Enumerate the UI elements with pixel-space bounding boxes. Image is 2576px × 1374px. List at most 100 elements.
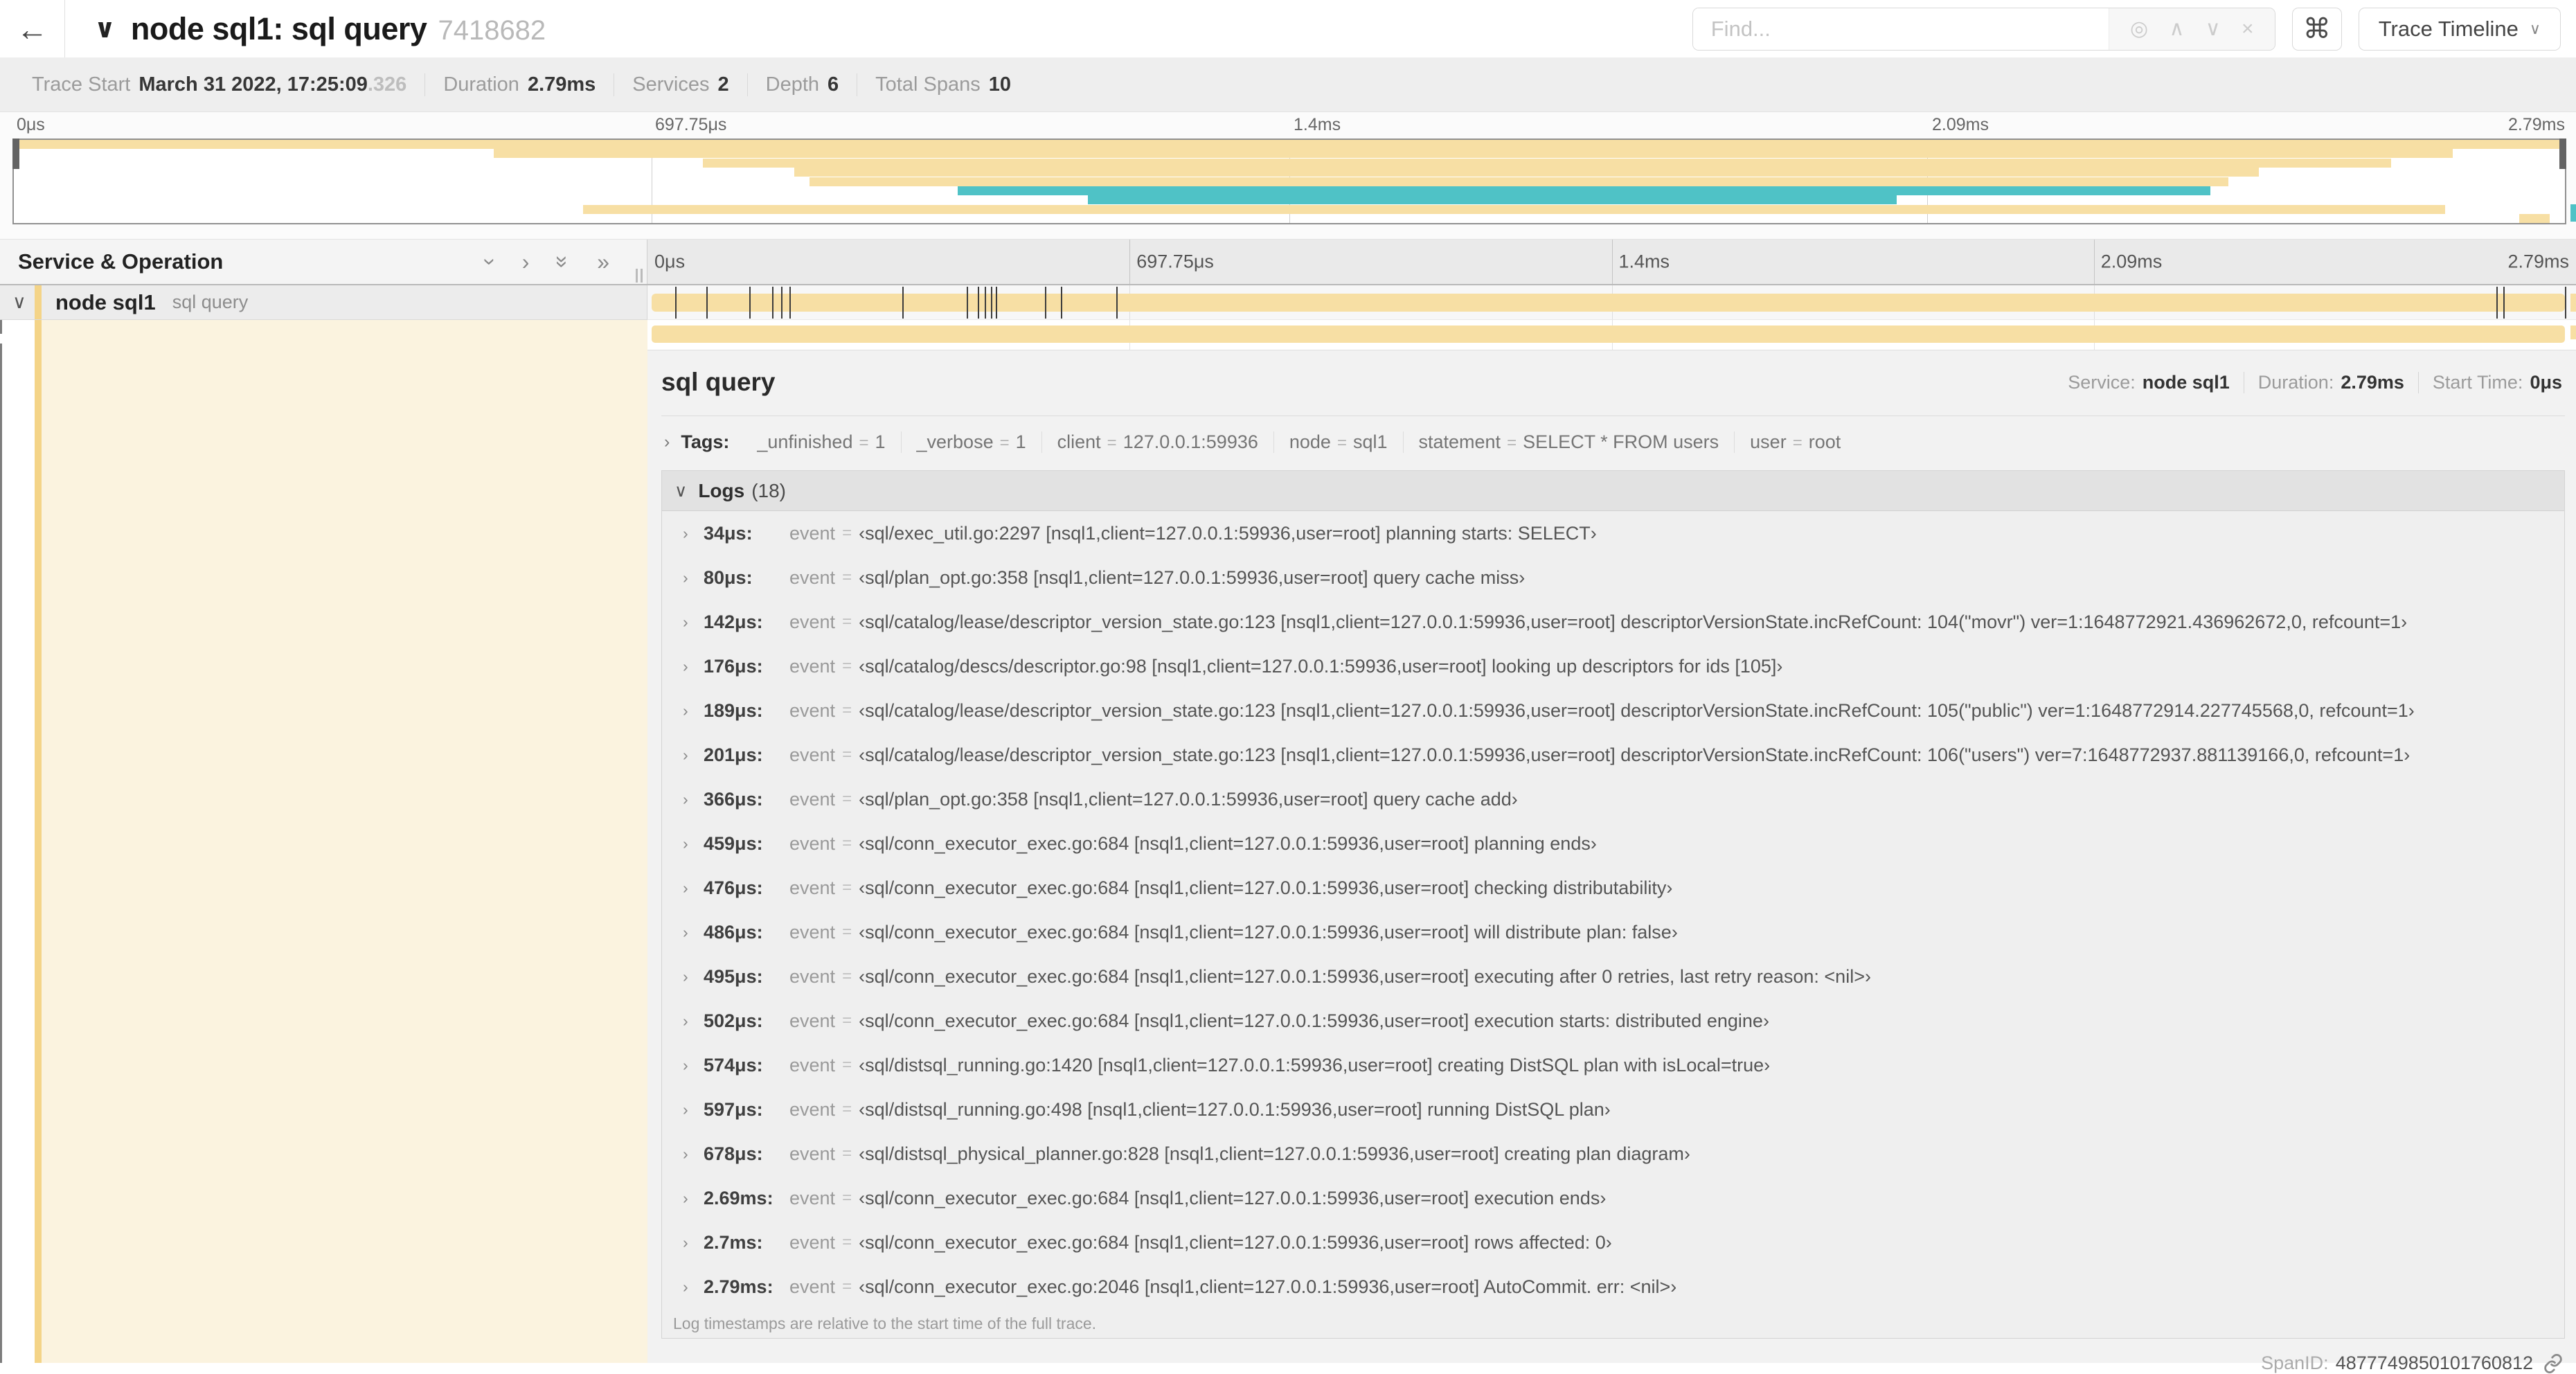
equals-sign: = [842,1011,852,1030]
span-row-name-cell[interactable]: ∨ node sql1 sql query [0,285,647,320]
log-field-key: event [789,611,836,632]
log-field-value: ‹sql/conn_executor_exec.go:2046 [nsql1,c… [859,1276,1677,1297]
collapse-one-icon[interactable]: › [478,258,503,266]
log-row[interactable]: › 189μs: event = ‹sql/catalog/lease/descript… [662,688,2564,733]
find-input[interactable] [1692,8,2109,50]
span-row-timeline-cell[interactable] [647,285,2576,320]
find-suffix-icons: ◎ ∧ ∨ × [2108,8,2275,50]
tags-row[interactable]: › Tags: _unfinished = 1 _verbose = 1 client = 12… [661,422,2565,462]
log-field-value: ‹sql/catalog/lease/descriptor_version_st… [859,611,2408,632]
equals-sign: = [842,524,852,542]
summary-item-value: March 31 2022, 17:25:09 [138,73,368,96]
log-row[interactable]: › 597μs: event = ‹sql/distsql_running.go:498… [662,1087,2564,1132]
log-row[interactable]: › 142μs: event = ‹sql/catalog/lease/descript… [662,600,2564,644]
minimap-left-handle[interactable] [12,139,19,169]
chevron-right-icon: › [683,1277,688,1296]
overview-item: Start Time: 0μs [2419,372,2565,393]
right-edge-span-fragment [2570,294,2576,312]
chevron-right-icon: › [683,1233,688,1251]
equals-sign: = [999,433,1010,452]
log-field-value: ‹sql/plan_opt.go:358 [nsql1,client=127.0… [859,566,1526,588]
log-event-tick [1061,287,1063,319]
span-duration-bar[interactable] [652,287,2566,319]
next-result-icon[interactable]: ∨ [2206,17,2221,41]
summary-item-value: 2 [717,73,729,96]
clear-search-icon[interactable]: × [2242,17,2254,41]
log-row[interactable]: › 34μs: event = ‹sql/exec_util.go:2297 [nsql… [662,511,2564,555]
minimap-canvas[interactable] [12,139,2566,224]
span-id-value: 4877749850101760812 [2335,1353,2533,1373]
summary-item: Trace Start March 31 2022, 17:25:09.326 [14,73,426,96]
overview-item-label: Start Time: [2432,371,2523,393]
log-row[interactable]: › 2.79ms: event = ‹sql/conn_executor_exec.go… [662,1265,2564,1309]
minimap-right-handle[interactable] [2559,139,2566,169]
detail-row-bar-band [647,320,2576,350]
log-row[interactable]: › 176μs: event = ‹sql/catalog/descs/descript… [662,644,2564,688]
log-field-value: ‹sql/conn_executor_exec.go:684 [nsql1,cl… [859,1010,1769,1031]
minimap-span [1087,195,1897,205]
log-timestamp: 80μs: [704,566,753,588]
keyboard-shortcuts-button[interactable]: ⌘ [2291,7,2342,51]
deep-link-icon[interactable] [2543,1353,2564,1374]
equals-sign: = [842,745,852,764]
log-row[interactable]: › 502μs: event = ‹sql/conn_executor_exec.go:… [662,999,2564,1043]
collapse-controls: › › » » [478,251,609,273]
log-row[interactable]: › 476μs: event = ‹sql/conn_executor_exec.go:… [662,866,2564,910]
log-row[interactable]: › 2.69ms: event = ‹sql/conn_executor_exec.go… [662,1176,2564,1220]
minimap-tick-label: 0μs [17,115,45,134]
log-timestamp: 142μs: [704,611,763,632]
log-timestamp: 678μs: [704,1143,763,1164]
equals-sign: = [842,1144,852,1163]
log-timestamp: 597μs: [704,1098,763,1120]
row-collapse-icon[interactable]: ∨ [12,292,26,313]
logs-count: (18) [751,479,786,501]
expand-one-icon[interactable]: › [522,251,530,273]
log-event-tick [789,287,791,319]
collapse-all-icon[interactable]: » [551,256,575,268]
log-timestamp: 476μs: [704,877,763,898]
detail-row-span-bar[interactable] [652,325,2565,343]
trace-collapse-icon[interactable]: ∨ [94,13,116,44]
prev-result-icon[interactable]: ∧ [2169,17,2184,41]
equals-sign: = [842,1277,852,1296]
tag-key: _unfinished [757,431,853,452]
timeline-minimap: 0μs 697.75μs 1.4ms 2.09ms 2.79ms [0,112,2576,239]
minimap-span [493,149,2453,159]
chevron-right-icon: › [683,1011,688,1030]
log-row[interactable]: › 574μs: event = ‹sql/distsql_running.go:142… [662,1043,2564,1087]
ruler-tick-label: 697.75μs [1136,251,1214,272]
log-row[interactable]: › 486μs: event = ‹sql/conn_executor_exec.go:… [662,910,2564,954]
expand-all-icon[interactable]: » [597,251,609,273]
equals-sign: = [842,834,852,853]
log-event-tick [985,287,987,319]
log-field-key: event [789,921,836,943]
chevron-right-icon: › [683,967,688,985]
log-timestamp: 2.79ms: [704,1276,773,1297]
log-row[interactable]: › 459μs: event = ‹sql/conn_executor_exec.go:… [662,821,2564,866]
log-row[interactable]: › 80μs: event = ‹sql/plan_opt.go:358 [nsql1,… [662,555,2564,600]
log-row[interactable]: › 2.7ms: event = ‹sql/conn_executor_exec.go:… [662,1220,2564,1265]
log-row[interactable]: › 366μs: event = ‹sql/plan_opt.go:358 [nsql1… [662,777,2564,821]
logs-header[interactable]: ∨ Logs (18) [662,471,2564,511]
locate-icon[interactable]: ◎ [2130,17,2148,41]
tag-value: 1 [875,431,886,452]
log-timestamp: 2.7ms: [704,1231,763,1253]
tag-item: user = root [1735,431,1856,453]
log-event-tick [2503,287,2505,319]
equals-sign: = [842,612,852,631]
equals-sign: = [842,657,852,675]
header-actions: ◎ ∧ ∨ × ⌘ Trace Timeline ∨ [1692,7,2576,51]
view-selector-button[interactable]: Trace Timeline ∨ [2358,7,2561,51]
log-row[interactable]: › 678μs: event = ‹sql/distsql_physical_plann… [662,1132,2564,1176]
log-field-key: event [789,1098,836,1120]
panel-resize-grip[interactable] [636,269,643,283]
log-event-tick [991,287,993,319]
span-row[interactable]: ∨ node sql1 sql query [0,285,2576,320]
log-row[interactable]: › 495μs: event = ‹sql/conn_executor_exec.go:… [662,954,2564,999]
log-timestamp: 201μs: [704,744,763,765]
log-field-value: ‹sql/plan_opt.go:358 [nsql1,client=127.0… [859,788,1518,810]
tag-key: client [1057,431,1101,452]
back-button[interactable]: ← [0,0,65,57]
tag-value: 1 [1015,431,1026,452]
log-row[interactable]: › 201μs: event = ‹sql/catalog/lease/descript… [662,733,2564,777]
